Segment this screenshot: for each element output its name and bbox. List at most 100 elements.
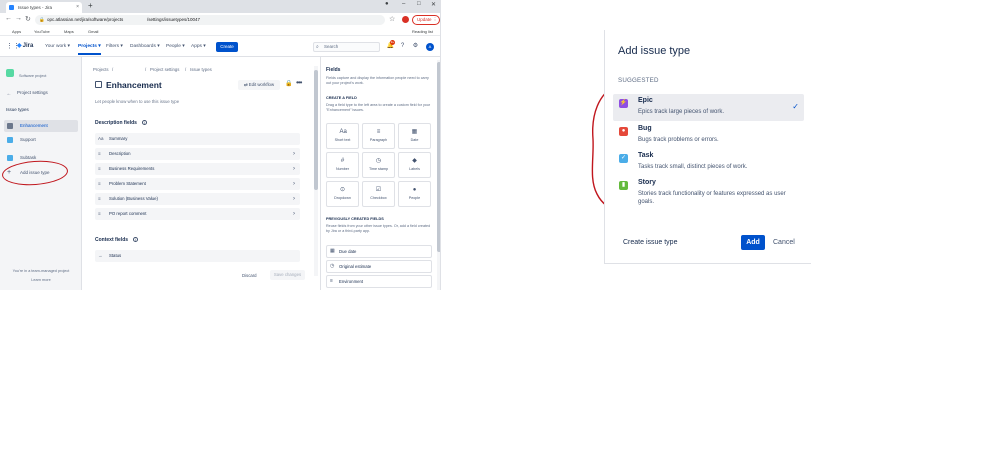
cancel-button[interactable]: Cancel (773, 239, 795, 246)
update-button[interactable]: Update ⋮ (412, 15, 440, 25)
create-field-heading: CREATE A FIELD (326, 96, 357, 100)
tile-number[interactable]: # Number (326, 152, 359, 178)
minimize-button[interactable]: – (402, 1, 405, 7)
tile-label: Dropdown (334, 196, 351, 200)
prev-field-environment[interactable]: ≡ Environment (326, 275, 432, 288)
maximize-button[interactable]: □ (417, 1, 421, 7)
reload-icon[interactable]: ↻ (25, 15, 31, 23)
chevron-right-icon[interactable]: › (293, 193, 295, 205)
field-po-report-comment[interactable]: ≡ PO report comment › (95, 208, 300, 220)
nav-dashboards[interactable]: Dashboards ▾ (130, 44, 160, 49)
create-button[interactable]: Create (216, 42, 238, 52)
breadcrumb-issue-types[interactable]: Issue types (190, 67, 212, 72)
short-text-icon: Aa (339, 129, 347, 135)
prev-field-original-estimate[interactable]: ◷ Original estimate (326, 260, 432, 273)
issue-type-icon[interactable] (95, 81, 102, 88)
reading-list[interactable]: Reading list (412, 27, 433, 36)
url-input[interactable]: 🔒 opc.atlassian.net/jira/software/projec… (35, 15, 385, 25)
url-right: /settings/issuetypes/10047 (147, 17, 201, 22)
browser-tab[interactable]: Issue types - Jira × (6, 2, 82, 13)
field-solution-business-value[interactable]: ≡ Solution (Business Value) › (95, 193, 300, 205)
address-bar: ← → ↻ 🔒 opc.atlassian.net/jira/software/… (0, 13, 440, 27)
field-label: Solution (Business Value) (109, 196, 158, 201)
main-scrollbar[interactable] (314, 66, 318, 276)
fields-panel-scrollbar[interactable] (437, 60, 440, 290)
chevron-right-icon[interactable]: › (293, 208, 295, 220)
person-icon: ● (412, 187, 417, 193)
chevron-right-icon[interactable]: › (293, 163, 295, 175)
app-switcher-icon[interactable]: ⋮⋮ (6, 43, 20, 50)
add-button[interactable]: Add (741, 235, 765, 250)
tile-paragraph[interactable]: ≡ Paragraph (362, 123, 395, 149)
issue-type-option-story[interactable]: ▮ Story Stories track functionality or f… (613, 176, 804, 212)
nav-your-work[interactable]: Your work ▾ (45, 44, 70, 49)
notification-badge: 9+ (390, 40, 395, 45)
info-icon[interactable]: i (141, 120, 147, 125)
back-to-project-settings[interactable]: ← Project settings (6, 90, 48, 97)
field-status[interactable]: → Status (95, 250, 300, 262)
user-avatar[interactable]: A (426, 43, 434, 51)
tile-dropdown[interactable]: ⊙ Dropdown (326, 181, 359, 207)
nav-projects[interactable]: Projects ▾ (78, 44, 101, 55)
tile-short-text[interactable]: Aa Short text (326, 123, 359, 149)
sidebar-item-enhancement[interactable]: Enhancement (4, 120, 78, 132)
tile-label: Time stamp (368, 167, 389, 171)
field-problem-statement[interactable]: ≡ Problem Statement › (95, 178, 300, 190)
breadcrumb-project-settings[interactable]: Project settings (150, 67, 179, 72)
chevron-right-icon[interactable]: › (293, 178, 295, 190)
profile-avatar[interactable] (402, 16, 409, 23)
option-description: Bugs track problems or errors. (638, 137, 719, 143)
tile-time-stamp[interactable]: ◷ Time stamp (362, 152, 395, 178)
new-tab-button[interactable]: + (88, 1, 93, 10)
field-label: Problem Statement (109, 181, 146, 186)
tab-close-icon[interactable]: × (76, 2, 79, 13)
help-icon[interactable]: ? (398, 42, 407, 51)
close-window-button[interactable]: ✕ (431, 1, 436, 8)
bookmark-apps[interactable]: Apps (6, 27, 21, 36)
description-input[interactable]: Let people know when to use this issue t… (95, 99, 179, 104)
discard-button[interactable]: Discard (242, 273, 257, 278)
back-icon[interactable]: ← (5, 15, 12, 22)
issue-type-option-task[interactable]: ✓ Task Tasks track small, distinct piece… (613, 149, 804, 176)
forward-icon[interactable]: → (15, 15, 22, 22)
profile-icon[interactable]: ● (385, 1, 389, 7)
bookmark-star-icon[interactable]: ☆ (389, 15, 395, 23)
description-fields-heading: Description fields i (95, 120, 147, 126)
tile-checkbox[interactable]: ☑ Checkbox (362, 181, 395, 207)
issue-type-option-epic[interactable]: ⚡ Epic Epics track large pieces of work.… (613, 94, 804, 121)
bookmark-label: Maps (64, 29, 74, 34)
save-changes-button[interactable]: Save changes (270, 270, 305, 280)
support-type-icon (7, 137, 13, 143)
learn-more-link[interactable]: Learn more (0, 278, 82, 282)
field-summary[interactable]: Aa Summary (95, 133, 300, 145)
nav-apps[interactable]: Apps ▾ (191, 44, 206, 49)
create-issue-type-link[interactable]: Create issue type (623, 239, 677, 246)
option-name: Epic (638, 97, 653, 104)
tile-date[interactable]: ▦ Date (398, 123, 431, 149)
bookmark-youtube[interactable]: YouTube (28, 27, 50, 36)
nav-people[interactable]: People ▾ (166, 44, 185, 49)
chevron-right-icon[interactable]: › (293, 148, 295, 160)
issue-type-option-bug[interactable]: ● Bug Bugs track problems or errors. (613, 122, 804, 149)
field-business-requirements[interactable]: ≡ Business Requirements › (95, 163, 300, 175)
prev-field-due-date[interactable]: ▦ Due date (326, 245, 432, 258)
bookmark-gmail[interactable]: Gmail (82, 27, 98, 36)
tile-people[interactable]: ● People (398, 181, 431, 207)
field-label: Status (109, 253, 122, 258)
jira-logo[interactable]: ◆Jira (17, 42, 33, 49)
tile-labels[interactable]: ◆ Labels (398, 152, 431, 178)
page-title[interactable]: Enhancement (106, 80, 162, 90)
info-icon[interactable]: i (133, 237, 139, 242)
breadcrumb-projects[interactable]: Projects (93, 67, 109, 72)
sidebar-item-support[interactable]: Support (4, 134, 78, 146)
settings-gear-icon[interactable]: ⚙ (411, 42, 420, 51)
edit-workflow-button[interactable]: ⇄ Edit workflow (238, 80, 280, 90)
nav-filters[interactable]: Filters ▾ (106, 44, 123, 49)
option-description: Tasks track small, distinct pieces of wo… (638, 164, 748, 170)
search-input[interactable]: ⌕ Search (313, 42, 380, 52)
more-actions-icon[interactable]: ••• (296, 78, 302, 87)
field-description[interactable]: ≡ Description › (95, 148, 300, 160)
lock-icon[interactable]: 🔒 (285, 80, 292, 87)
bookmark-maps[interactable]: Maps (58, 27, 74, 36)
lightning-icon: ⚡ (619, 99, 628, 108)
